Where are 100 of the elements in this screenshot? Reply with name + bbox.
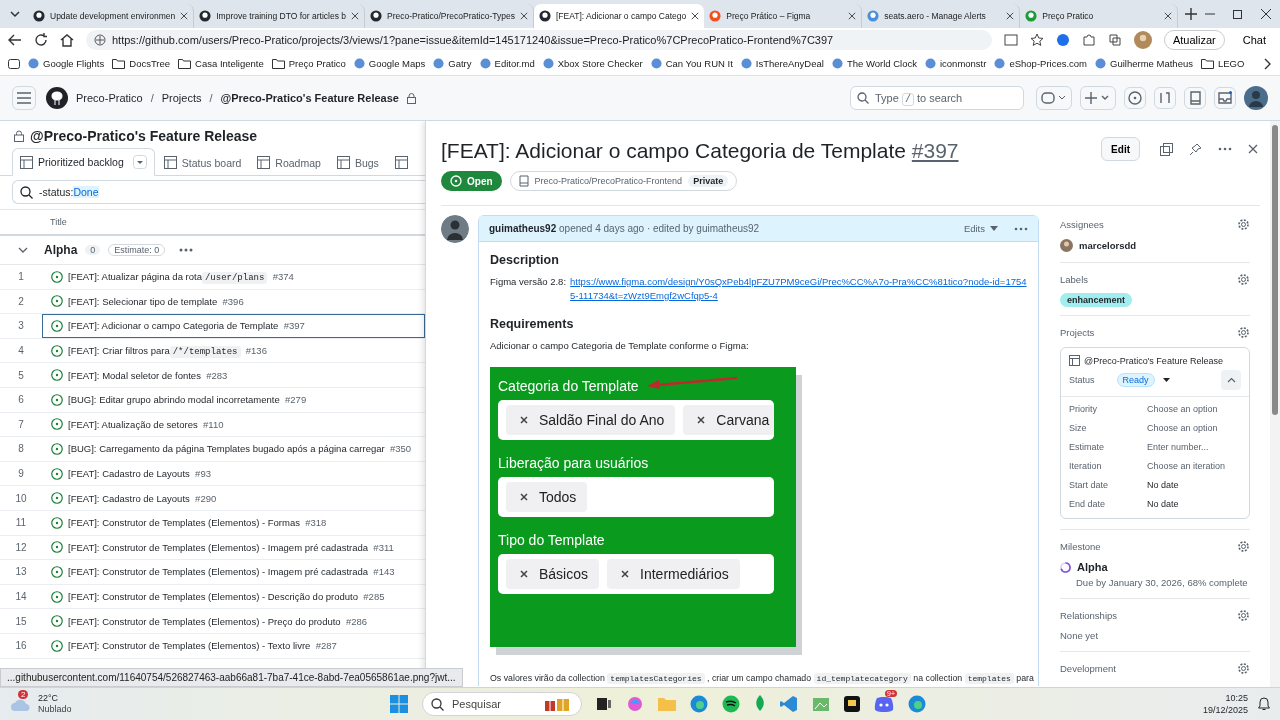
collections-icon[interactable]: [1107, 33, 1122, 47]
table-cell[interactable]: [FEAT]: Construtor de Templates (Elementos) - Texto livre #287: [42, 633, 425, 658]
field-value[interactable]: Enter number...: [1147, 442, 1241, 452]
pin-icon[interactable]: [1189, 142, 1202, 156]
extension-icon[interactable]: [1055, 33, 1070, 47]
sidebar-icon[interactable]: [8, 58, 20, 69]
address-field[interactable]: https://github.com/users/Preco-Pratico/projects/3/views/1?pane=issue&itemId=145171240&issue=Preco-Pratico%7CPrecoPratico-Frontend%7C397: [86, 30, 992, 50]
table-icon[interactable]: [394, 156, 408, 169]
caret-icon[interactable]: [132, 155, 147, 169]
close-icon[interactable]: [691, 12, 700, 20]
caret-icon[interactable]: [1162, 378, 1170, 382]
browser-icon[interactable]: [690, 695, 708, 713]
site-info-icon[interactable]: [94, 34, 106, 46]
table-cell[interactable]: [FEAT]: Selecionar tipo de template #396: [42, 289, 425, 314]
table-cell[interactable]: [FEAT]: Construtor de Templates (Elementos) - Imagem pré cadastrada #143: [42, 560, 425, 584]
issues-icon[interactable]: [1124, 87, 1146, 109]
code-editor-icon[interactable]: [780, 695, 798, 713]
browser-tab[interactable]: [FEAT]: Adicionar o campo Catego: [534, 4, 705, 28]
copilot-button[interactable]: [1036, 86, 1072, 110]
more-icon[interactable]: [1014, 226, 1028, 231]
reader-icon[interactable]: [1003, 33, 1018, 47]
collapse-icon[interactable]: [18, 246, 28, 254]
table-cell[interactable]: [FEAT]: Criar filtros para /*/templates #136: [42, 338, 425, 363]
table-cell[interactable]: [FEAT]: Atualização de setores #110: [42, 412, 425, 437]
search-field[interactable]: Pesquisar: [422, 692, 582, 716]
view-tab[interactable]: Roadmap: [250, 150, 328, 175]
more-icon[interactable]: [179, 248, 194, 252]
more-icon[interactable]: [1218, 147, 1232, 151]
bookmark[interactable]: Gatry: [433, 58, 472, 69]
user-avatar-icon[interactable]: [1244, 86, 1268, 110]
chevron-icon[interactable]: [1264, 57, 1272, 70]
close-icon[interactable]: [350, 12, 359, 20]
settings-icon[interactable]: [1237, 273, 1250, 286]
view-tab[interactable]: Prioritized backlog: [12, 148, 155, 176]
project-name[interactable]: @Preco-Pratico's Feature Release: [1084, 355, 1223, 366]
menu-icon[interactable]: [12, 86, 36, 110]
field-value[interactable]: Choose an iteration: [1147, 461, 1241, 471]
field-value[interactable]: No date: [1147, 480, 1241, 490]
close-icon[interactable]: [1006, 12, 1015, 20]
settings-icon[interactable]: [1237, 540, 1250, 553]
table-cell[interactable]: [BUG]: Editar grupo abrindo modal incorretamente #279: [42, 387, 425, 412]
plus-icon[interactable]: [1085, 91, 1111, 105]
start-icon[interactable]: [390, 695, 408, 713]
inbox-icon[interactable]: [1214, 87, 1236, 109]
repository-link[interactable]: Preco-Pratico/PrecoPratico-Frontend: [534, 176, 683, 186]
settings-icon[interactable]: [1237, 609, 1250, 622]
clock-time[interactable]: 10:25: [1225, 692, 1248, 704]
leaf-icon[interactable]: [754, 695, 766, 713]
bookmark[interactable]: Casa Inteligente: [178, 58, 264, 69]
status-badge[interactable]: Ready: [1116, 373, 1155, 387]
create-button[interactable]: [1080, 86, 1116, 110]
table-cell[interactable]: [FEAT]: Construtor de Templates (Elementos) - Imagem pré cadastrada #311: [42, 535, 425, 560]
edit-button[interactable]: Edit: [1101, 137, 1140, 161]
bookmark[interactable]: The World Clock: [831, 58, 917, 69]
table-cell[interactable]: [FEAT]: Adicionar o campo Categoria de Template #397: [42, 314, 425, 338]
close-icon[interactable]: [848, 12, 857, 20]
edits-dropdown[interactable]: Edits: [963, 223, 998, 234]
table-cell[interactable]: [FEAT]: Modal seletor de fontes #283: [42, 363, 425, 387]
view-tab[interactable]: Bugs: [329, 150, 386, 175]
avatar-icon[interactable]: [1133, 31, 1152, 49]
copy-icon[interactable]: [1160, 142, 1173, 156]
chevron-up-icon[interactable]: [1226, 377, 1236, 383]
github-logo-icon[interactable]: [46, 87, 68, 109]
bookmark[interactable]: LEGO: [1200, 58, 1245, 69]
app-icon[interactable]: [844, 696, 860, 712]
bookmark[interactable]: iconmonstr: [924, 58, 987, 69]
scrollbar[interactable]: [1270, 121, 1280, 687]
bookmark[interactable]: Can You RUN It: [650, 58, 733, 69]
puzzle-icon[interactable]: [1081, 33, 1096, 47]
close-icon[interactable]: [520, 12, 528, 20]
bookmark[interactable]: Guilherme Matheus: [1095, 58, 1193, 69]
copilot-icon[interactable]: [1041, 91, 1067, 105]
field-value[interactable]: Choose an option: [1147, 404, 1241, 414]
favorite-star-icon[interactable]: [1029, 33, 1044, 47]
home-icon[interactable]: [60, 33, 74, 47]
figma-link[interactable]: https://www.figma.com/design/Y0sQxPeb4lpFZU7PM9ceGi/Prec%CC%A7o-Pra%CC%81tico?node-id=17545-111734&t=zWzt9Emgf2wCfqp5-4: [570, 275, 1027, 303]
notification-icon[interactable]: [1258, 697, 1270, 711]
table-cell[interactable]: [BUG]: Carregamento da página Templates bugado após a página carregar #350: [42, 437, 425, 461]
pull-requests-icon[interactable]: [1154, 87, 1176, 109]
close-icon[interactable]: [1260, 8, 1272, 20]
discord-icon[interactable]: [874, 696, 894, 712]
clock-date[interactable]: 19/12/2025: [1202, 704, 1248, 716]
back-icon[interactable]: [8, 33, 22, 47]
spotify-icon[interactable]: [722, 695, 740, 713]
table-cell[interactable]: [FEAT]: Construtor de Templates (Elementos) - Preço do produto #286: [42, 609, 425, 633]
breadcrumb-link[interactable]: Preco-Pratico: [76, 92, 143, 104]
bookmark[interactable]: DocsTree: [112, 58, 171, 69]
table-cell[interactable]: [FEAT]: Atualizar página da rota /user/plans #374: [42, 265, 425, 289]
reload-icon[interactable]: [34, 33, 48, 47]
restore-icon[interactable]: [1232, 8, 1244, 20]
update-button[interactable]: Atualizar: [1163, 30, 1225, 50]
field-value[interactable]: Choose an option: [1147, 423, 1241, 433]
settings-icon[interactable]: [1237, 218, 1250, 231]
view-tab[interactable]: Status board: [156, 150, 249, 175]
bookmark[interactable]: Xbox Store Checker: [542, 58, 643, 69]
copilot-icon[interactable]: [626, 695, 644, 713]
breadcrumb-link[interactable]: @Preco-Pratico's Feature Release: [220, 92, 399, 104]
bookmark[interactable]: IsThereAnyDeal: [740, 58, 824, 69]
task-view-icon[interactable]: [596, 696, 612, 712]
close-icon[interactable]: [1248, 144, 1258, 154]
